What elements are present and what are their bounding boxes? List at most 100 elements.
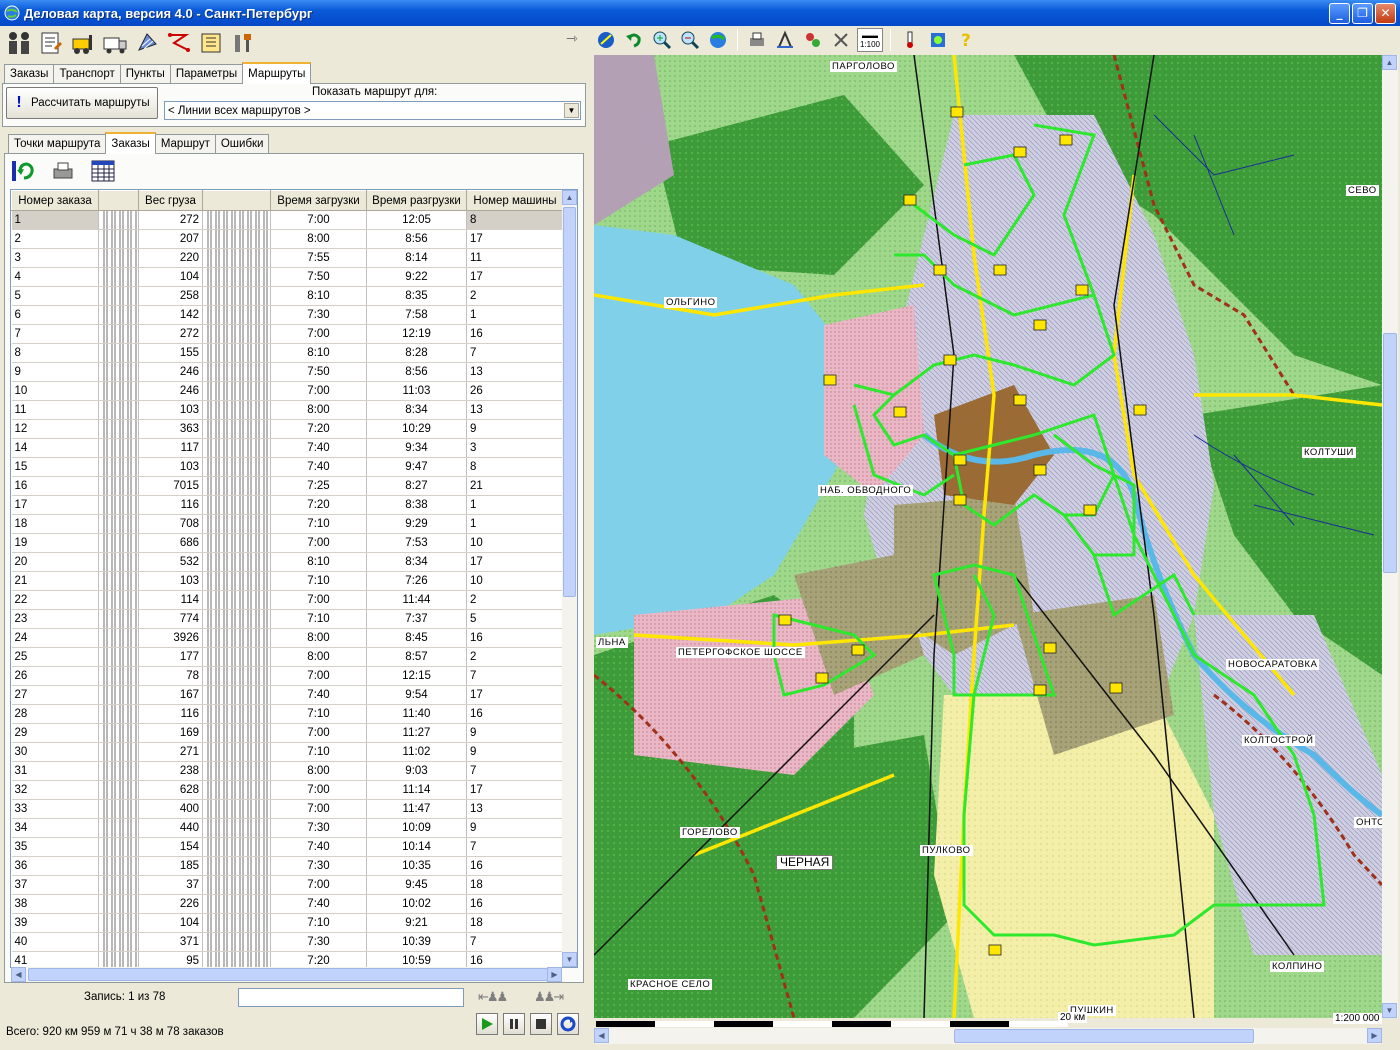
search-next-icon[interactable]: ♟♟⇥ <box>534 989 564 1005</box>
vehicle-number-cell[interactable]: 16 <box>466 894 564 914</box>
load-time-cell[interactable]: 8:10 <box>270 552 367 572</box>
hidden-cell[interactable] <box>98 381 139 401</box>
tab-errors[interactable]: Ошибки <box>214 134 270 154</box>
hidden-cell[interactable] <box>98 647 139 667</box>
table-row[interactable]: 5 258 8:10 8:35 2 <box>11 286 564 306</box>
weight-cell[interactable]: 78 <box>138 666 203 686</box>
hidden-cell[interactable] <box>202 837 271 857</box>
hidden-cell[interactable] <box>202 381 271 401</box>
hidden-cell[interactable] <box>202 495 271 515</box>
order-number-cell[interactable]: 29 <box>11 723 99 743</box>
orders-document-icon[interactable] <box>36 28 66 58</box>
table-row[interactable]: 23 774 7:10 7:37 5 <box>11 609 564 629</box>
order-number-cell[interactable]: 3 <box>11 248 99 268</box>
hidden-cell[interactable] <box>98 286 139 306</box>
vehicle-number-cell[interactable]: 10 <box>466 533 564 553</box>
order-number-cell[interactable]: 35 <box>11 837 99 857</box>
table-row[interactable]: 12 363 7:20 10:29 9 <box>11 419 564 439</box>
load-time-cell[interactable]: 7:00 <box>270 780 367 800</box>
load-time-cell[interactable]: 7:40 <box>270 438 367 458</box>
load-time-cell[interactable]: 7:25 <box>270 476 367 496</box>
load-time-cell[interactable]: 7:10 <box>270 571 367 591</box>
route-select[interactable]: < Линии всех маршрутов > ▼ <box>164 101 581 120</box>
weight-cell[interactable]: 440 <box>138 818 203 838</box>
order-number-cell[interactable]: 15 <box>11 457 99 477</box>
table-row[interactable]: 11 103 8:00 8:34 13 <box>11 400 564 420</box>
weight-cell[interactable]: 116 <box>138 704 203 724</box>
vehicle-number-cell[interactable]: 8 <box>466 457 564 477</box>
hidden-cell[interactable] <box>202 438 271 458</box>
vehicle-number-cell[interactable]: 1 <box>466 514 564 534</box>
column-header-order-number[interactable]: Номер заказа <box>11 190 99 211</box>
order-number-cell[interactable]: 27 <box>11 685 99 705</box>
unload-time-cell[interactable]: 8:38 <box>366 495 467 515</box>
unload-time-cell[interactable]: 9:21 <box>366 913 467 933</box>
vehicle-number-cell[interactable]: 17 <box>466 780 564 800</box>
unload-time-cell[interactable]: 9:47 <box>366 457 467 477</box>
order-number-cell[interactable]: 34 <box>11 818 99 838</box>
table-row[interactable]: 6 142 7:30 7:58 1 <box>11 305 564 325</box>
weight-cell[interactable]: 371 <box>138 932 203 952</box>
unload-time-cell[interactable]: 10:29 <box>366 419 467 439</box>
hidden-cell[interactable] <box>98 324 139 344</box>
chevron-down-icon[interactable]: ▼ <box>564 103 579 118</box>
unload-time-cell[interactable]: 12:05 <box>366 210 467 230</box>
cut-icon[interactable] <box>829 28 853 52</box>
hidden-cell[interactable] <box>202 856 271 876</box>
weight-cell[interactable]: 708 <box>138 514 203 534</box>
scroll-up-icon[interactable]: ▲ <box>1382 55 1397 70</box>
column-header-load-time[interactable]: Время загрузки <box>270 190 367 211</box>
hidden-cell[interactable] <box>98 552 139 572</box>
load-time-cell[interactable]: 7:30 <box>270 932 367 952</box>
print-icon[interactable] <box>745 28 769 52</box>
hidden-cell[interactable] <box>202 894 271 914</box>
hidden-cell[interactable] <box>202 913 271 933</box>
table-row[interactable]: 38 226 7:40 10:02 16 <box>11 894 564 914</box>
hidden-cell[interactable] <box>98 343 139 363</box>
hidden-cell[interactable] <box>98 799 139 819</box>
truck-icon[interactable] <box>100 28 130 58</box>
unload-time-cell[interactable]: 8:27 <box>366 476 467 496</box>
load-time-cell[interactable]: 7:00 <box>270 723 367 743</box>
load-time-cell[interactable]: 7:00 <box>270 799 367 819</box>
unload-time-cell[interactable]: 11:40 <box>366 704 467 724</box>
unload-time-cell[interactable]: 11:27 <box>366 723 467 743</box>
table-row[interactable]: 21 103 7:10 7:26 10 <box>11 571 564 591</box>
scale-button[interactable]: ▬▬ 1:100 <box>857 28 883 52</box>
table-row[interactable]: 17 116 7:20 8:38 1 <box>11 495 564 515</box>
unload-time-cell[interactable]: 9:29 <box>366 514 467 534</box>
hidden-cell[interactable] <box>202 647 271 667</box>
vehicle-number-cell[interactable]: 1 <box>466 305 564 325</box>
order-number-cell[interactable]: 25 <box>11 647 99 667</box>
table-row[interactable]: 3 220 7:55 8:14 11 <box>11 248 564 268</box>
hidden-cell[interactable] <box>202 324 271 344</box>
unload-time-cell[interactable]: 11:02 <box>366 742 467 762</box>
refresh-icon[interactable] <box>10 158 36 184</box>
unload-time-cell[interactable]: 9:34 <box>366 438 467 458</box>
undo-icon[interactable] <box>622 28 646 52</box>
vehicle-number-cell[interactable]: 9 <box>466 742 564 762</box>
load-time-cell[interactable]: 7:10 <box>270 609 367 629</box>
weight-cell[interactable]: 7015 <box>138 476 203 496</box>
hidden-cell[interactable] <box>202 229 271 249</box>
order-number-cell[interactable]: 1 <box>11 210 99 230</box>
unload-time-cell[interactable]: 11:44 <box>366 590 467 610</box>
zoom-out-icon[interactable] <box>678 28 702 52</box>
map-horizontal-scrollbar[interactable]: ◀ ▶ <box>594 1028 1382 1044</box>
unload-time-cell[interactable]: 8:28 <box>366 343 467 363</box>
table-row[interactable]: 8 155 8:10 8:28 7 <box>11 343 564 363</box>
vehicle-number-cell[interactable]: 13 <box>466 799 564 819</box>
order-number-cell[interactable]: 37 <box>11 875 99 895</box>
weight-cell[interactable]: 155 <box>138 343 203 363</box>
table-row[interactable]: 10 246 7:00 11:03 26 <box>11 381 564 401</box>
vehicle-number-cell[interactable]: 17 <box>466 229 564 249</box>
tab-route-orders[interactable]: Заказы <box>105 132 156 154</box>
hidden-cell[interactable] <box>98 723 139 743</box>
vehicle-number-cell[interactable]: 9 <box>466 419 564 439</box>
table-row[interactable]: 33 400 7:00 11:47 13 <box>11 799 564 819</box>
vehicle-number-cell[interactable]: 26 <box>466 381 564 401</box>
tab-route[interactable]: Маршрут <box>154 134 216 154</box>
hidden-cell[interactable] <box>202 343 271 363</box>
hidden-cell[interactable] <box>202 533 271 553</box>
vehicle-number-cell[interactable]: 16 <box>466 951 564 967</box>
